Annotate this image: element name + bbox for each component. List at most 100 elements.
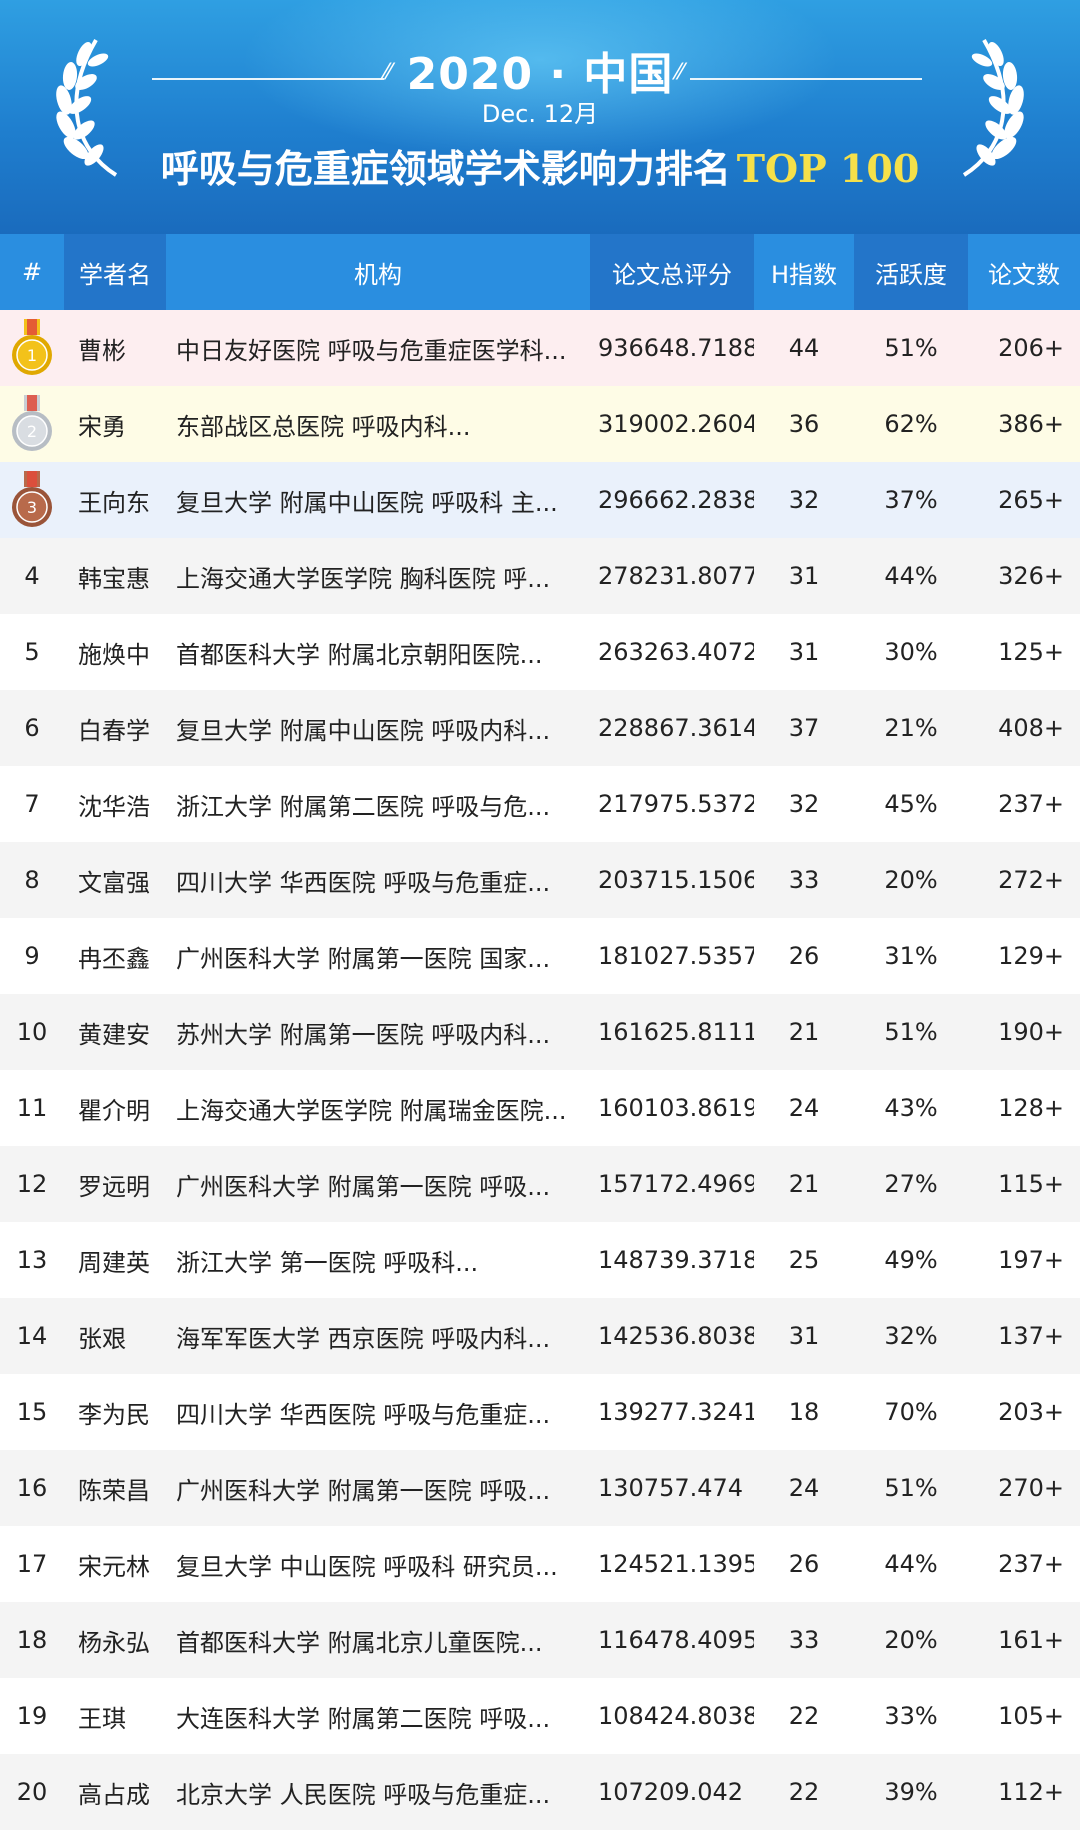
table-row: 7 沈华浩 浙江大学 附属第二医院 呼吸与危... 217975.5372 32 45% 2… — [0, 766, 1080, 842]
h-index-cell: 21 — [788, 1170, 820, 1198]
score-cell: 116478.4095 — [598, 1626, 754, 1654]
h-index-cell: 37 — [788, 714, 820, 742]
score-cell: 228867.3614 — [598, 714, 754, 742]
table-row: 13 周建英 浙江大学 第一医院 呼吸科... 148739.3718 25 49% 197… — [0, 1222, 1080, 1298]
title-slash-right: ⁄⁄ — [676, 60, 684, 85]
activity-cell: 30% — [884, 638, 938, 666]
institution-cell: 浙江大学 附属第二医院 呼吸与危... — [176, 792, 551, 821]
institution-cell: 大连医科大学 附属第二医院 呼吸... — [176, 1704, 551, 1733]
table-row: 10 黄建安 苏州大学 附属第一医院 呼吸内科... 161625.8111 21 51%… — [0, 994, 1080, 1070]
papers-cell: 190+ — [998, 1018, 1064, 1046]
rank-cell: 18 — [16, 1626, 48, 1654]
score-cell: 161625.8111 — [598, 1018, 754, 1046]
institution-cell: 北京大学 人民医院 呼吸与危重症... — [176, 1780, 551, 1809]
h-index-cell: 26 — [788, 1550, 820, 1578]
papers-cell: 237+ — [998, 790, 1064, 818]
month-label: Dec. 12月 — [481, 100, 599, 128]
score-cell: 108424.8038 — [598, 1702, 754, 1730]
score-cell: 181027.5357 — [598, 942, 754, 970]
institution-cell: 海军军医大学 西京医院 呼吸内科... — [176, 1324, 551, 1353]
name-cell: 白春学 — [78, 716, 150, 745]
gold-medal-icon: 1 — [12, 319, 52, 375]
table-row: 6 白春学 复旦大学 附属中山医院 呼吸内科... 228867.3614 37 21% 4… — [0, 690, 1080, 766]
name-cell: 宋元林 — [78, 1552, 150, 1581]
rank-cell: 2 — [0, 395, 64, 453]
papers-cell: 161+ — [998, 1626, 1064, 1654]
institution-cell: 四川大学 华西医院 呼吸与危重症... — [176, 868, 551, 897]
subtitle-text: 呼吸与危重症领域学术影响力排名 — [160, 147, 731, 191]
activity-cell: 33% — [884, 1702, 938, 1730]
name-cell: 曹彬 — [78, 336, 126, 365]
score-cell: 217975.5372 — [598, 790, 754, 818]
papers-cell: 408+ — [998, 714, 1064, 742]
name-cell: 沈华浩 — [78, 792, 150, 821]
name-cell: 罗远明 — [78, 1172, 150, 1201]
activity-cell: 51% — [884, 1474, 938, 1502]
rank-cell: 11 — [16, 1094, 48, 1122]
svg-text:3: 3 — [27, 498, 37, 517]
institution-cell: 中日友好医院 呼吸与危重症医学科... — [176, 336, 567, 365]
name-cell: 宋勇 — [78, 412, 126, 441]
papers-cell: 197+ — [998, 1246, 1064, 1274]
papers-cell: 203+ — [998, 1398, 1064, 1426]
table-row: 19 王琪 大连医科大学 附属第二医院 呼吸... 108424.8038 22 33% 1… — [0, 1678, 1080, 1754]
h-index-cell: 32 — [788, 486, 820, 514]
h-index-cell: 31 — [788, 638, 820, 666]
rank-cell: 19 — [16, 1702, 48, 1730]
papers-cell: 206+ — [998, 334, 1064, 362]
rank-cell: 6 — [24, 714, 40, 742]
table-row: 15 李为民 四川大学 华西医院 呼吸与危重症... 139277.3241 18 70%… — [0, 1374, 1080, 1450]
activity-cell: 44% — [884, 562, 938, 590]
bronze-medal-icon: 3 — [12, 471, 52, 527]
table-row: 5 施焕中 首都医科大学 附属北京朝阳医院... 263263.4072 31 30% 12… — [0, 614, 1080, 690]
institution-cell: 四川大学 华西医院 呼吸与危重症... — [176, 1400, 551, 1429]
rank-cell: 15 — [16, 1398, 48, 1426]
column-header-rank: # — [21, 258, 43, 286]
institution-cell: 广州医科大学 附属第一医院 呼吸... — [176, 1172, 551, 1201]
rank-cell: 8 — [24, 866, 40, 894]
activity-cell: 51% — [884, 334, 938, 362]
activity-cell: 39% — [884, 1778, 938, 1806]
activity-cell: 70% — [884, 1398, 938, 1426]
activity-cell: 43% — [884, 1094, 938, 1122]
h-index-cell: 44 — [788, 334, 820, 362]
activity-cell: 31% — [884, 942, 938, 970]
activity-cell: 20% — [884, 1626, 938, 1654]
name-cell: 王琪 — [78, 1704, 126, 1733]
h-index-cell: 31 — [788, 562, 820, 590]
h-index-cell: 24 — [788, 1094, 820, 1122]
score-cell: 148739.3718 — [598, 1246, 754, 1274]
score-cell: 319002.2604 — [598, 410, 754, 438]
papers-cell: 270+ — [998, 1474, 1064, 1502]
score-cell: 203715.1506 — [598, 866, 754, 894]
table-row: 17 宋元林 复旦大学 中山医院 呼吸科 研究员... 124521.1395 26 44… — [0, 1526, 1080, 1602]
papers-cell: 265+ — [998, 486, 1064, 514]
laurel-wreath-icon — [962, 38, 1024, 177]
name-cell: 瞿介明 — [78, 1096, 150, 1125]
h-index-cell: 22 — [788, 1702, 820, 1730]
score-cell: 107209.042 — [598, 1778, 744, 1806]
institution-cell: 上海交通大学医学院 胸科医院 呼... — [176, 564, 551, 593]
rank-cell: 1 — [0, 319, 64, 377]
rank-cell: 10 — [16, 1018, 48, 1046]
header-banner: ⁄⁄ 2020 · 中国 ⁄⁄ Dec. 12月 呼吸与危重症领域学术影响力排名… — [0, 0, 1080, 234]
papers-cell: 128+ — [998, 1094, 1064, 1122]
name-cell: 周建英 — [78, 1248, 150, 1277]
score-cell: 278231.8077 — [598, 562, 754, 590]
score-cell: 296662.2838 — [598, 486, 754, 514]
rank-cell: 17 — [16, 1550, 48, 1578]
score-cell: 160103.8619 — [598, 1094, 754, 1122]
activity-cell: 49% — [884, 1246, 938, 1274]
table-row: 4 韩宝惠 上海交通大学医学院 胸科医院 呼... 278231.8077 31 44% 3… — [0, 538, 1080, 614]
ranking-table-body: 1 曹彬 中日友好医院 呼吸与危重症医学科... 936648.7188 44 51% 20… — [0, 310, 1080, 1830]
rank-cell: 3 — [0, 471, 64, 529]
institution-cell: 苏州大学 附属第一医院 呼吸内科... — [176, 1020, 551, 1049]
name-cell: 韩宝惠 — [78, 564, 150, 593]
papers-cell: 105+ — [998, 1702, 1064, 1730]
papers-cell: 386+ — [998, 410, 1064, 438]
column-header-name: 学者名 — [64, 234, 166, 310]
activity-cell: 20% — [884, 866, 938, 894]
h-index-cell: 33 — [788, 1626, 820, 1654]
table-row: 9 冉丕鑫 广州医科大学 附属第一医院 国家... 181027.5357 26 31% 1… — [0, 918, 1080, 994]
table-row: 2 宋勇 东部战区总医院 呼吸内科... 319002.2604 36 62% 386+ — [0, 386, 1080, 462]
